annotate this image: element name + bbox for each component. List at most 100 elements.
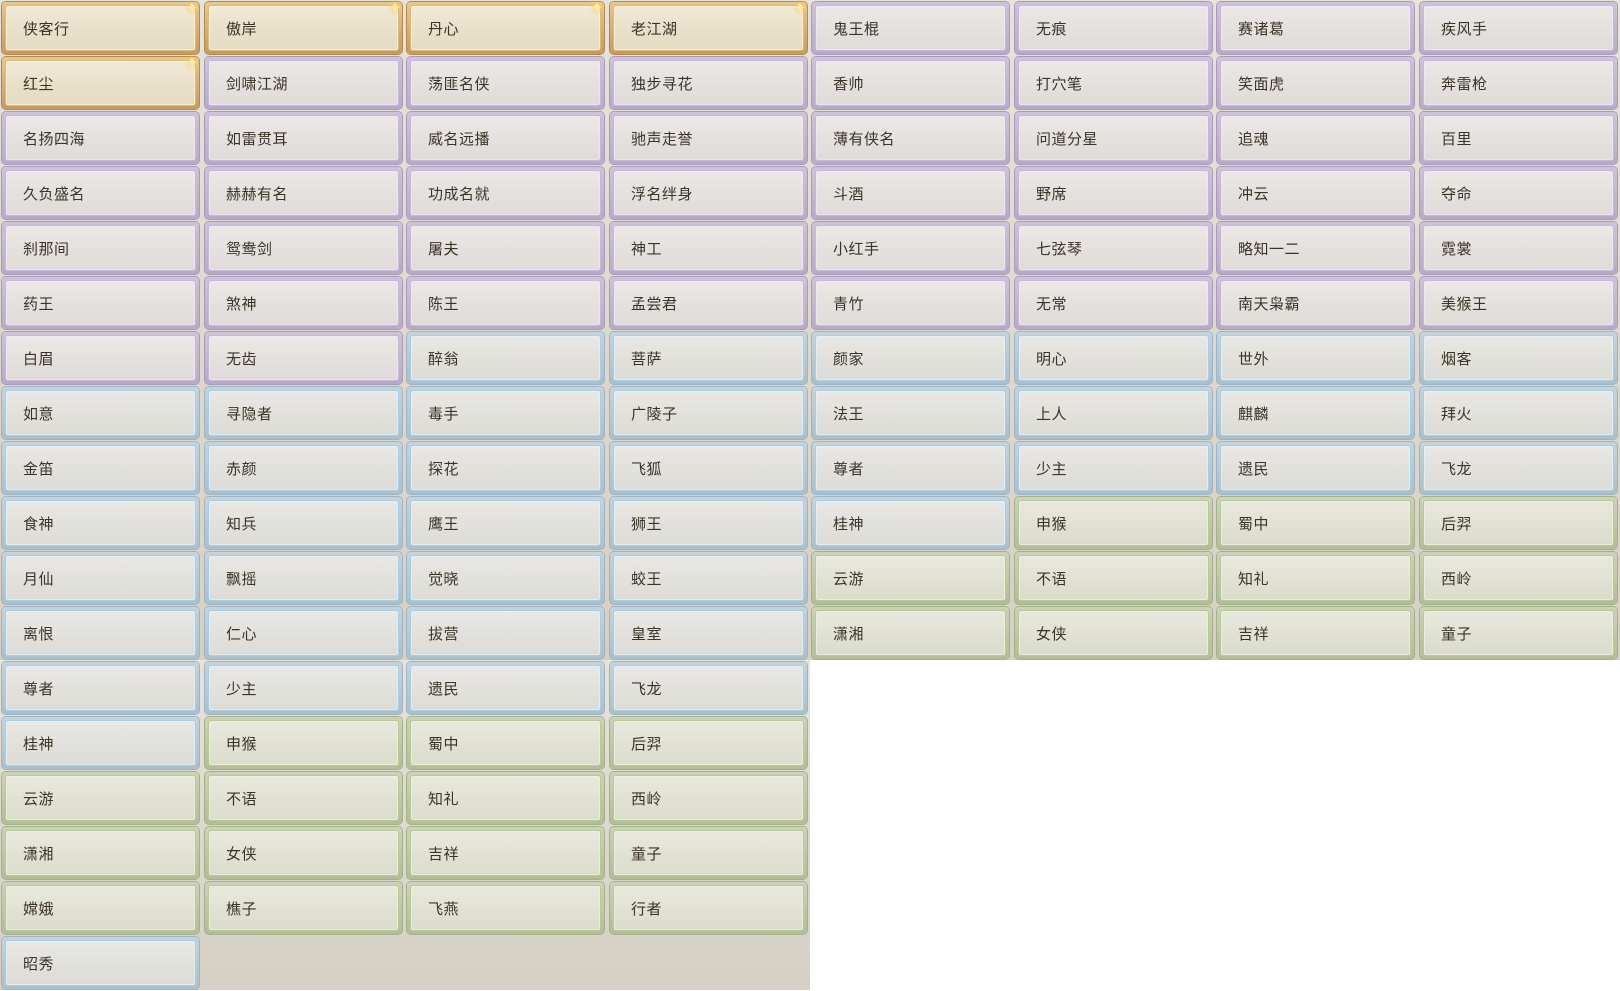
title-tile[interactable]: 无常 <box>1015 277 1212 329</box>
title-tile[interactable]: 狮王 <box>610 497 807 549</box>
title-tile[interactable]: 知兵 <box>205 497 402 549</box>
title-tile[interactable]: 薄有侠名 <box>812 112 1009 164</box>
title-tile[interactable]: 离恨 <box>2 607 199 659</box>
title-tile[interactable]: 颜家 <box>812 332 1009 384</box>
title-tile[interactable]: 法王 <box>812 387 1009 439</box>
title-tile[interactable]: 红尘 ✦ <box>2 54 199 109</box>
title-tile[interactable]: 上人 <box>1015 387 1212 439</box>
title-tile[interactable]: 荡匪名侠 <box>407 57 604 109</box>
title-tile[interactable]: 独步寻花 <box>610 57 807 109</box>
title-tile[interactable]: 昭秀 <box>2 937 199 989</box>
title-tile[interactable]: 无齿 <box>205 332 402 384</box>
title-tile[interactable]: 夺命 <box>1420 167 1617 219</box>
title-tile[interactable]: 云游 <box>2 772 199 824</box>
title-tile[interactable]: 西岭 <box>1420 552 1617 604</box>
title-tile[interactable]: 美猴王 <box>1420 277 1617 329</box>
title-tile[interactable]: 冲云 <box>1217 167 1414 219</box>
title-tile[interactable]: 疾风手 <box>1420 2 1617 54</box>
title-tile[interactable]: 寻隐者 <box>205 387 402 439</box>
title-tile[interactable]: 野席 <box>1015 167 1212 219</box>
title-tile[interactable]: 药王 <box>2 277 199 329</box>
title-tile[interactable]: 赤颜 <box>205 442 402 494</box>
title-tile[interactable]: 金笛 <box>2 442 199 494</box>
title-tile[interactable]: 香帅 <box>812 57 1009 109</box>
title-tile[interactable]: 孟尝君 <box>610 277 807 329</box>
title-tile[interactable]: 打穴笔 <box>1015 57 1212 109</box>
title-tile[interactable]: 毒手 <box>407 387 604 439</box>
title-tile[interactable]: 追魂 <box>1217 112 1414 164</box>
title-tile[interactable]: 久负盛名 <box>2 167 199 219</box>
title-tile[interactable]: 浮名绊身 <box>610 167 807 219</box>
title-tile[interactable]: 鹰王 <box>407 497 604 549</box>
title-tile[interactable]: 明心 <box>1015 332 1212 384</box>
title-tile[interactable]: 世外 <box>1217 332 1414 384</box>
title-tile[interactable]: 百里 <box>1420 112 1617 164</box>
title-tile[interactable]: 食神 <box>2 497 199 549</box>
title-tile[interactable]: 后羿 <box>610 717 807 769</box>
title-tile[interactable]: 尊者 <box>812 442 1009 494</box>
title-tile[interactable]: 申猴 <box>205 717 402 769</box>
title-tile[interactable]: 驰声走誉 <box>610 112 807 164</box>
title-tile[interactable]: 潇湘 <box>812 607 1009 659</box>
title-tile[interactable]: 仁心 <box>205 607 402 659</box>
title-tile[interactable]: 陈王 <box>407 277 604 329</box>
title-tile[interactable]: 少主 <box>205 662 402 714</box>
title-tile[interactable]: 飞燕 <box>407 882 604 934</box>
title-tile[interactable]: 剑啸江湖 <box>205 57 402 109</box>
title-tile[interactable]: 青竹 <box>812 277 1009 329</box>
title-tile[interactable]: 遗民 <box>407 662 604 714</box>
title-tile[interactable]: 觉晓 <box>407 552 604 604</box>
title-tile[interactable]: 刹那间 <box>2 222 199 274</box>
title-tile[interactable]: 拔营 <box>407 607 604 659</box>
title-tile[interactable]: 赫赫有名 <box>205 167 402 219</box>
title-tile[interactable]: 行者 <box>610 882 807 934</box>
title-tile[interactable]: 飞龙 <box>610 662 807 714</box>
title-tile[interactable]: 云游 <box>812 552 1009 604</box>
title-tile[interactable]: 不语 <box>1015 552 1212 604</box>
title-tile[interactable]: 申猴 <box>1015 497 1212 549</box>
title-tile[interactable]: 不语 <box>205 772 402 824</box>
title-tile[interactable]: 皇室 <box>610 607 807 659</box>
title-tile[interactable]: 月仙 <box>2 552 199 604</box>
title-tile[interactable]: 桂神 <box>2 717 199 769</box>
title-tile[interactable]: 蜀中 <box>1217 497 1414 549</box>
title-tile[interactable]: 女侠 <box>1015 607 1212 659</box>
title-tile[interactable]: 探花 <box>407 442 604 494</box>
title-tile[interactable]: 傲岸 ✦ <box>205 0 402 54</box>
title-tile[interactable]: 知礼 <box>1217 552 1414 604</box>
title-tile[interactable]: 吉祥 <box>407 827 604 879</box>
title-tile[interactable]: 烟客 <box>1420 332 1617 384</box>
title-tile[interactable]: 问道分星 <box>1015 112 1212 164</box>
title-tile[interactable]: 无痕 <box>1015 2 1212 54</box>
title-tile[interactable]: 樵子 <box>205 882 402 934</box>
title-tile[interactable]: 屠夫 <box>407 222 604 274</box>
title-tile[interactable]: 知礼 <box>407 772 604 824</box>
title-tile[interactable]: 小红手 <box>812 222 1009 274</box>
title-tile[interactable]: 威名远播 <box>407 112 604 164</box>
title-tile[interactable]: 南天枭霸 <box>1217 277 1414 329</box>
title-tile[interactable]: 霓裳 <box>1420 222 1617 274</box>
title-tile[interactable]: 煞神 <box>205 277 402 329</box>
title-tile[interactable]: 笑面虎 <box>1217 57 1414 109</box>
title-tile[interactable]: 飘摇 <box>205 552 402 604</box>
title-tile[interactable]: 醉翁 <box>407 332 604 384</box>
title-tile[interactable]: 飞龙 <box>1420 442 1617 494</box>
title-tile[interactable]: 西岭 <box>610 772 807 824</box>
title-tile[interactable]: 如意 <box>2 387 199 439</box>
title-tile[interactable]: 童子 <box>610 827 807 879</box>
title-tile[interactable]: 鬼王棍 <box>812 2 1009 54</box>
title-tile[interactable]: 桂神 <box>812 497 1009 549</box>
title-tile[interactable]: 吉祥 <box>1217 607 1414 659</box>
title-tile[interactable]: 奔雷枪 <box>1420 57 1617 109</box>
title-tile[interactable]: 童子 <box>1420 607 1617 659</box>
title-tile[interactable]: 略知一二 <box>1217 222 1414 274</box>
title-tile[interactable]: 拜火 <box>1420 387 1617 439</box>
title-tile[interactable]: 蛟王 <box>610 552 807 604</box>
title-tile[interactable]: 潇湘 <box>2 827 199 879</box>
title-tile[interactable]: 后羿 <box>1420 497 1617 549</box>
title-tile[interactable]: 蜀中 <box>407 717 604 769</box>
title-tile[interactable]: 广陵子 <box>610 387 807 439</box>
title-tile[interactable]: 老江湖 ✦ <box>610 0 807 54</box>
title-tile[interactable]: 如雷贯耳 <box>205 112 402 164</box>
title-tile[interactable]: 神工 <box>610 222 807 274</box>
